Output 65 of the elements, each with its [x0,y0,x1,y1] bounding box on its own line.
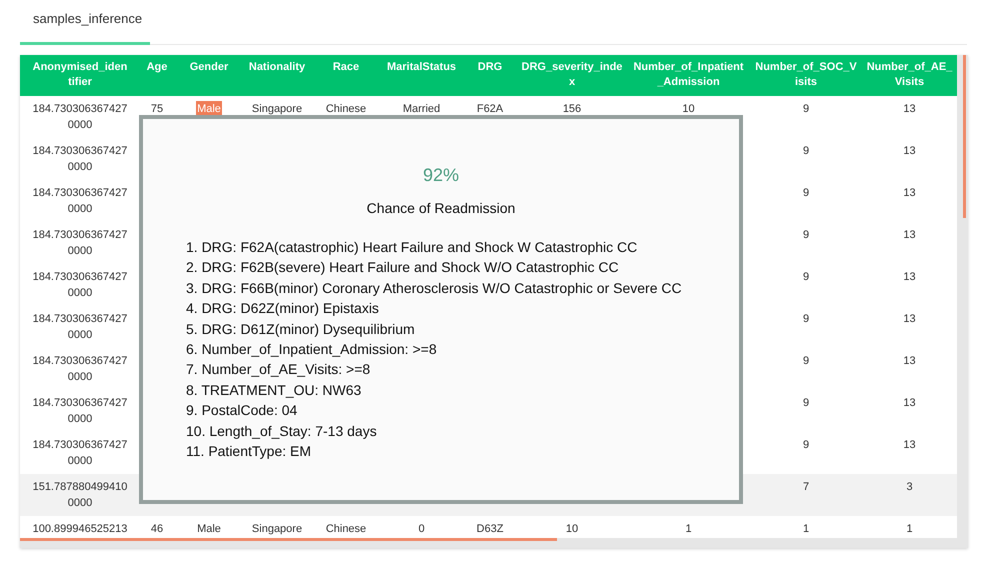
reason-item: 8. TREATMENT_OU: NW63 [186,380,362,400]
table-cell-text: 10 [682,102,695,117]
table-cell-text: 9 [802,228,810,243]
tab[interactable]: samples_inference [20,11,150,45]
table-cell-text: 0 [418,522,425,537]
table-cell-text: 151.7878804994100000 [32,480,128,511]
table-cell-text: Married [402,102,440,117]
table-cell-text: 184.7303063674270000 [32,270,128,301]
table-cell-text: 13 [903,312,916,327]
reason-item: 6. Number_of_Inpatient_Admission: >=8 [186,340,438,360]
table-cell-text: 100.899946525213 [32,522,128,537]
table-cell-text: 13 [903,354,916,369]
reason-item: 2. DRG: F62B(severe) Heart Failure and Shock W/O Catastrophic CC [186,258,620,278]
table-cell-text: 9 [802,396,810,411]
table-cell-text: 9 [802,438,810,453]
table-cell-text: 184.7303063674270000 [32,102,128,133]
table-cell-text: 46 [150,522,164,537]
table-cell-text: 13 [903,186,916,201]
vertical-scrollbar[interactable] [957,55,968,538]
table-cell-text: 9 [802,144,810,159]
table-cell-text: 3 [906,480,913,495]
percentage-value: 92% [422,165,460,186]
table-cell-text: 1 [906,522,913,537]
table-cell-text: 13 [903,270,916,285]
table-cell-text: F62A [476,102,504,117]
reason-item: 5. DRG: D61Z(minor) Dysequilibrium [186,320,416,339]
table-cell-text: 13 [903,396,916,411]
table-cell-text: 184.7303063674270000 [32,228,128,259]
table-cell-text: 184.7303063674270000 [32,354,128,385]
table-cell-text: Chinese [326,522,366,537]
table-cell-text: 184.7303063674270000 [32,144,128,175]
table-cell-text: 9 [802,186,810,201]
table-cell-text: 9 [802,312,810,327]
table-cell-text: 156 [562,102,582,117]
reason-item: 10. Length_of_Stay: 7-13 days [186,422,378,441]
table-cell-text: 13 [903,144,916,159]
table-cell-text: 184.7303063674270000 [32,312,128,343]
reason-item: 3. DRG: F66B(minor) Coronary Atherosclerosis W/O Catastrophic or Severe CC [186,278,683,298]
table-cell-text: 1 [802,522,810,537]
table-cell-text: 1 [685,522,692,537]
table-cell-text: Chinese [326,102,366,117]
reason-item: 1. DRG: F62A(catastrophic) Heart Failure and Shock W Catastrophic CC [186,238,638,257]
table-cell-text: Singapore [252,522,302,537]
table-cell-text: Male [197,522,221,537]
table-cell-text: 13 [903,438,916,453]
table-cell-text: 9 [802,354,810,369]
reason-item: 4. DRG: D62Z(minor) Epistaxis [186,299,380,318]
table-cell-text: 184.7303063674270000 [32,396,128,427]
table-cell-text: 13 [903,228,916,243]
table-cell-text: 10 [566,522,578,537]
popup-title: Chance of Readmission [366,200,516,216]
reason-item: 11. PatientType: EM [186,442,312,462]
table-cell-text: 7 [802,480,810,495]
reason-item: 9. PostalCode: 04 [186,401,298,420]
table-cell-text: 13 [903,102,916,117]
reason-item: 7. Number_of_AE_Visits: >=8 [186,360,372,380]
table-cell-text: 9 [802,270,810,285]
table-cell-text: Singapore [252,102,302,117]
table-row[interactable]: 100.899946525213 46 Male Singapore Chinese 0 D63Z 10 1 1 1 [20,516,957,538]
table-cell-text: 75 [150,102,164,117]
table-cell-text: D63Z [476,522,504,537]
horizontal-scrollbar[interactable] [20,538,968,548]
table-cell-text: 9 [802,102,810,117]
table-cell-text: 184.7303063674270000 [32,438,128,469]
table-cell-text: 184.7303063674270000 [32,186,128,217]
